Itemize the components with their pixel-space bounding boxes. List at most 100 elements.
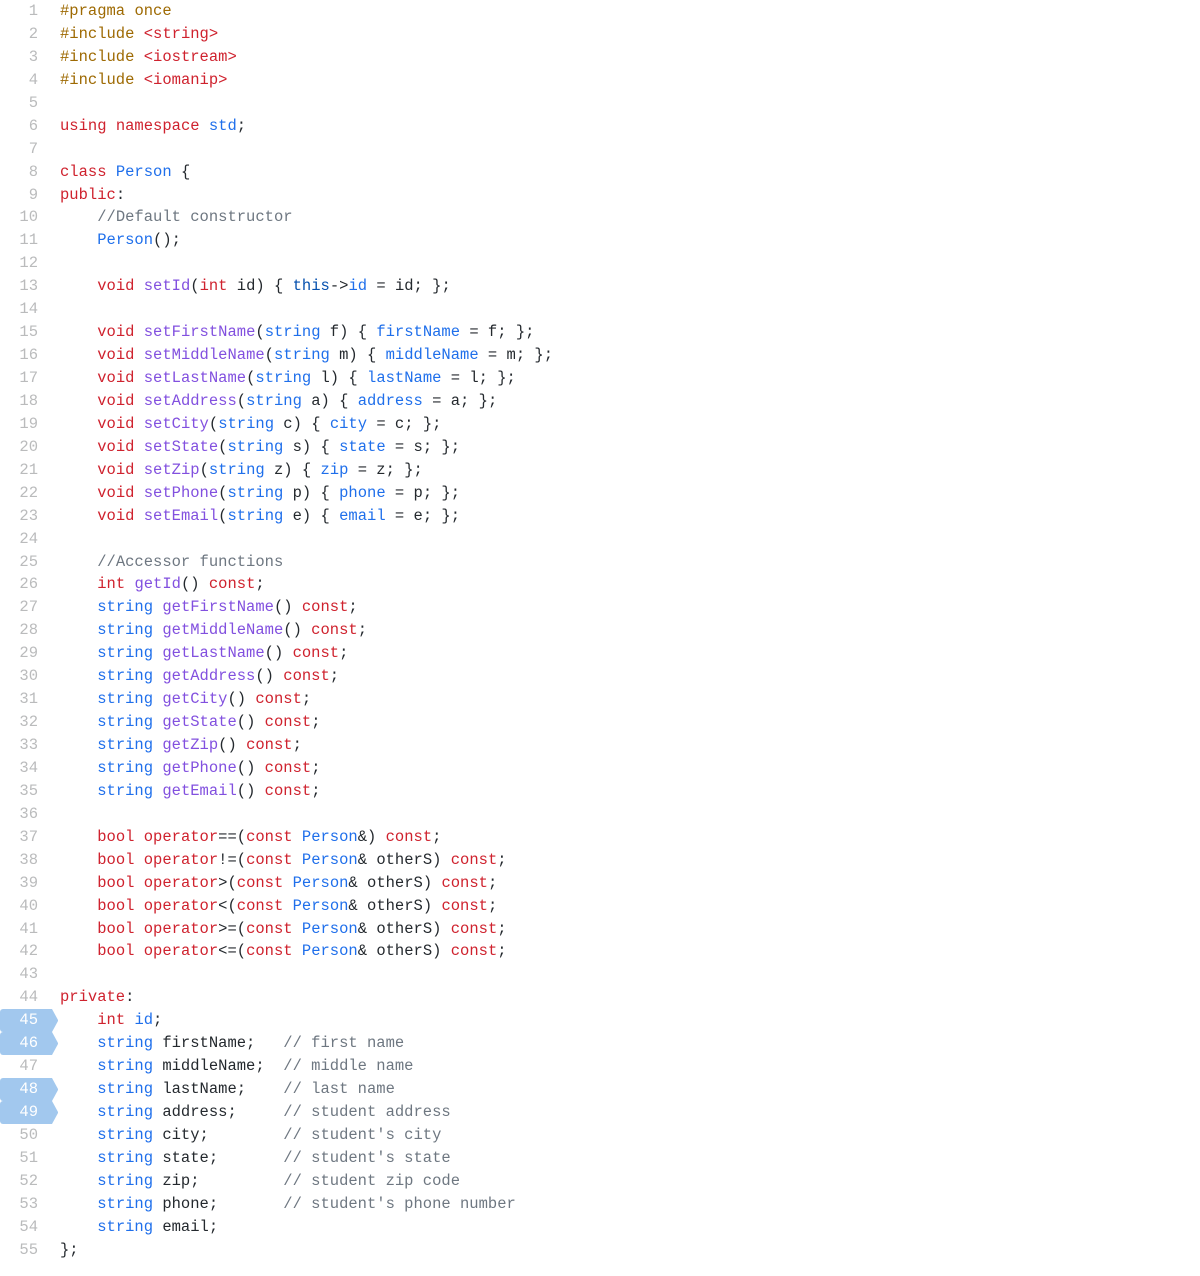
code-line[interactable]: bool operator>(const Person& otherS) con… xyxy=(60,872,1200,895)
line-number: 12 xyxy=(0,252,52,275)
code-line[interactable]: string getLastName() const; xyxy=(60,642,1200,665)
line-number: 10 xyxy=(0,206,52,229)
code-line[interactable]: string phone; // student's phone number xyxy=(60,1193,1200,1216)
code-line[interactable]: string lastName; // last name xyxy=(60,1078,1200,1101)
code-line[interactable]: private: xyxy=(60,986,1200,1009)
code-line[interactable]: string getPhone() const; xyxy=(60,757,1200,780)
line-number: 18 xyxy=(0,390,52,413)
code-line[interactable]: string state; // student's state xyxy=(60,1147,1200,1170)
code-line[interactable]: string getAddress() const; xyxy=(60,665,1200,688)
code-line[interactable]: string firstName; // first name xyxy=(60,1032,1200,1055)
code-line[interactable]: bool operator==(const Person&) const; xyxy=(60,826,1200,849)
code-line[interactable]: bool operator<(const Person& otherS) con… xyxy=(60,895,1200,918)
line-number: 7 xyxy=(0,138,52,161)
code-line[interactable]: void setState(string s) { state = s; }; xyxy=(60,436,1200,459)
line-number: 26 xyxy=(0,573,52,596)
code-line[interactable]: #pragma once xyxy=(60,0,1200,23)
line-number: 23 xyxy=(0,505,52,528)
code-editor[interactable]: 1234567891011121314151617181920212223242… xyxy=(0,0,1200,1262)
line-number: 28 xyxy=(0,619,52,642)
code-area[interactable]: #pragma once#include <string>#include <i… xyxy=(52,0,1200,1262)
line-number: 19 xyxy=(0,413,52,436)
code-line[interactable] xyxy=(60,92,1200,115)
code-line[interactable]: bool operator>=(const Person& otherS) co… xyxy=(60,918,1200,941)
code-line[interactable]: string zip; // student zip code xyxy=(60,1170,1200,1193)
line-number: 32 xyxy=(0,711,52,734)
code-line[interactable]: int id; xyxy=(60,1009,1200,1032)
code-line[interactable] xyxy=(60,252,1200,275)
code-line[interactable]: #include <string> xyxy=(60,23,1200,46)
code-line[interactable] xyxy=(60,963,1200,986)
line-number: 17 xyxy=(0,367,52,390)
code-line[interactable]: void setPhone(string p) { phone = p; }; xyxy=(60,482,1200,505)
line-number: 25 xyxy=(0,551,52,574)
code-line[interactable]: //Accessor functions xyxy=(60,551,1200,574)
line-number: 53 xyxy=(0,1193,52,1216)
line-number: 5 xyxy=(0,92,52,115)
code-line[interactable]: bool operator<=(const Person& otherS) co… xyxy=(60,940,1200,963)
code-line[interactable]: }; xyxy=(60,1239,1200,1262)
code-line[interactable]: int getId() const; xyxy=(60,573,1200,596)
code-line[interactable]: class Person { xyxy=(60,161,1200,184)
line-number: 21 xyxy=(0,459,52,482)
line-number: 14 xyxy=(0,298,52,321)
code-line[interactable]: #include <iostream> xyxy=(60,46,1200,69)
code-line[interactable]: void setMiddleName(string m) { middleNam… xyxy=(60,344,1200,367)
code-line[interactable]: string getEmail() const; xyxy=(60,780,1200,803)
line-number: 39 xyxy=(0,872,52,895)
line-number: 1 xyxy=(0,0,52,23)
line-number: 48 xyxy=(0,1078,52,1101)
code-line[interactable]: string getZip() const; xyxy=(60,734,1200,757)
code-line[interactable]: void setAddress(string a) { address = a;… xyxy=(60,390,1200,413)
code-line[interactable]: string middleName; // middle name xyxy=(60,1055,1200,1078)
code-line[interactable]: void setZip(string z) { zip = z; }; xyxy=(60,459,1200,482)
code-line[interactable]: #include <iomanip> xyxy=(60,69,1200,92)
code-line[interactable]: string getFirstName() const; xyxy=(60,596,1200,619)
code-line[interactable] xyxy=(60,803,1200,826)
code-line[interactable]: string email; xyxy=(60,1216,1200,1239)
code-line[interactable]: string city; // student's city xyxy=(60,1124,1200,1147)
code-line[interactable]: void setFirstName(string f) { firstName … xyxy=(60,321,1200,344)
line-number: 3 xyxy=(0,46,52,69)
line-number: 54 xyxy=(0,1216,52,1239)
code-line[interactable]: using namespace std; xyxy=(60,115,1200,138)
line-number: 22 xyxy=(0,482,52,505)
line-number: 24 xyxy=(0,528,52,551)
line-number: 43 xyxy=(0,963,52,986)
code-line[interactable]: void setId(int id) { this->id = id; }; xyxy=(60,275,1200,298)
code-line[interactable]: void setCity(string c) { city = c; }; xyxy=(60,413,1200,436)
line-number: 15 xyxy=(0,321,52,344)
code-line[interactable]: Person(); xyxy=(60,229,1200,252)
line-number: 9 xyxy=(0,184,52,207)
code-line[interactable]: void setEmail(string e) { email = e; }; xyxy=(60,505,1200,528)
line-number: 11 xyxy=(0,229,52,252)
code-line[interactable]: string address; // student address xyxy=(60,1101,1200,1124)
code-line[interactable] xyxy=(60,298,1200,321)
line-number: 51 xyxy=(0,1147,52,1170)
code-line[interactable]: //Default constructor xyxy=(60,206,1200,229)
line-number: 33 xyxy=(0,734,52,757)
line-number: 36 xyxy=(0,803,52,826)
line-number: 44 xyxy=(0,986,52,1009)
line-number: 37 xyxy=(0,826,52,849)
line-number-gutter: 1234567891011121314151617181920212223242… xyxy=(0,0,52,1262)
code-line[interactable]: string getState() const; xyxy=(60,711,1200,734)
code-line[interactable]: string getCity() const; xyxy=(60,688,1200,711)
code-line[interactable]: bool operator!=(const Person& otherS) co… xyxy=(60,849,1200,872)
code-line[interactable] xyxy=(60,528,1200,551)
line-number: 35 xyxy=(0,780,52,803)
code-line[interactable]: void setLastName(string l) { lastName = … xyxy=(60,367,1200,390)
line-number: 31 xyxy=(0,688,52,711)
line-number: 4 xyxy=(0,69,52,92)
code-line[interactable]: public: xyxy=(60,184,1200,207)
line-number: 46 xyxy=(0,1032,52,1055)
line-number: 45 xyxy=(0,1009,52,1032)
line-number: 52 xyxy=(0,1170,52,1193)
code-line[interactable] xyxy=(60,138,1200,161)
line-number: 49 xyxy=(0,1101,52,1124)
line-number: 29 xyxy=(0,642,52,665)
code-line[interactable]: string getMiddleName() const; xyxy=(60,619,1200,642)
line-number: 40 xyxy=(0,895,52,918)
line-number: 13 xyxy=(0,275,52,298)
line-number: 16 xyxy=(0,344,52,367)
